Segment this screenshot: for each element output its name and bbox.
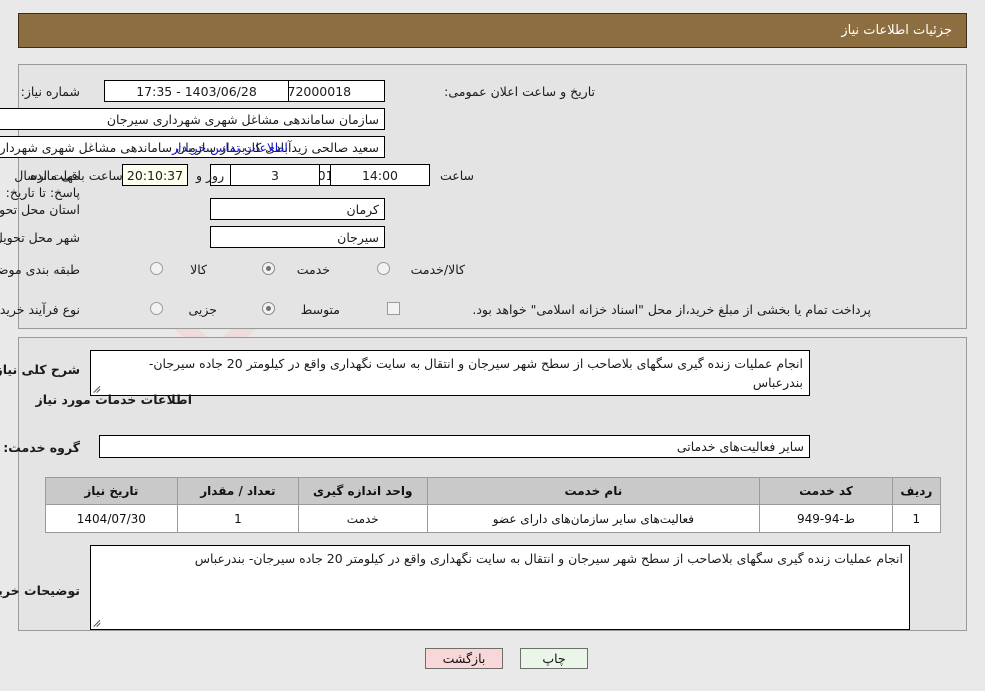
radio-category-khedmat-label: خدمت [296, 262, 330, 277]
page-title-bar: جزئیات اطلاعات نیاز [18, 13, 967, 48]
days-separator-label: روز و [196, 168, 225, 183]
cell-service-code: ط-94-949 [759, 504, 893, 533]
radio-process-jozee[interactable] [150, 302, 163, 315]
services-table: ردیف کد خدمت نام خدمت واحد اندازه گیری ت… [45, 477, 942, 533]
table-header-row: ردیف کد خدمت نام خدمت واحد اندازه گیری ت… [45, 477, 942, 505]
countdown-suffix-label: ساعت باقی مانده [30, 168, 123, 183]
radio-category-kala-khedmat-label: کالا/خدمت [410, 262, 465, 277]
th-service-name: نام خدمت [426, 477, 761, 505]
cell-quantity: 1 [176, 504, 300, 533]
hour-label: ساعت [440, 168, 475, 183]
buyer-notes-textarea[interactable]: انجام عملیات زنده گیری سگهای بلاصاحب از … [90, 545, 910, 630]
cell-need-date: 1404/07/30 [45, 504, 178, 533]
th-need-date: تاریخ نیاز [45, 477, 178, 505]
page-title: جزئیات اطلاعات نیاز [841, 23, 952, 38]
th-unit: واحد اندازه گیری [298, 477, 428, 505]
back-button[interactable]: بازگشت [425, 648, 503, 669]
countdown-value: 20:10:37 [122, 164, 188, 186]
buyer-contact-link[interactable]: اطلاعات تماس خریدار [172, 140, 288, 155]
process-type-label: نوع فرآیند خرید : [0, 302, 80, 317]
need-info-panel [18, 64, 967, 329]
days-remaining-value: 3 [230, 164, 320, 186]
public-announce-label: تاریخ و ساعت اعلان عمومی: [444, 84, 595, 99]
th-service-code: کد خدمت [759, 477, 893, 505]
city-value: سیرجان [210, 226, 385, 248]
services-section-title: اطلاعات خدمات مورد نیاز [35, 392, 193, 407]
radio-process-motavaset[interactable] [262, 302, 275, 315]
province-value: کرمان [210, 198, 385, 220]
radio-category-khedmat[interactable] [262, 262, 275, 275]
th-quantity: تعداد / مقدار [176, 477, 300, 505]
cell-service-name: فعالیت‌های سایر سازمان‌های دارای عضو [426, 504, 761, 533]
summary-label: شرح کلی نیاز: [0, 362, 80, 377]
summary-text: انجام عملیات زنده گیری سگهای بلاصاحب از … [148, 356, 803, 391]
category-label: طبقه بندی موضوعی: [0, 262, 80, 277]
page-root: AriaTender AriaTender.net جزئیات اطلاعات… [0, 0, 985, 691]
deadline-time-value: 14:00 [330, 164, 430, 186]
radio-category-kala-label: کالا [190, 262, 207, 277]
radio-process-motavaset-label: متوسط [300, 302, 340, 317]
radio-category-kala[interactable] [150, 262, 163, 275]
table-row[interactable]: 1 ط-94-949 فعالیت‌های سایر سازمان‌های دا… [45, 504, 942, 533]
city-label: شهر محل تحویل: [0, 230, 80, 245]
province-label: استان محل تحویل: [0, 202, 80, 217]
buyer-notes-text: انجام عملیات زنده گیری سگهای بلاصاحب از … [194, 551, 903, 566]
public-announce-value: 1403/06/28 - 17:35 [104, 80, 289, 102]
summary-textarea[interactable]: انجام عملیات زنده گیری سگهای بلاصاحب از … [90, 350, 810, 396]
radio-process-jozee-label: جزیی [188, 302, 217, 317]
th-row-no: ردیف [891, 477, 942, 505]
radio-category-kala-khedmat[interactable] [377, 262, 390, 275]
service-group-value: سایر فعالیت‌های خدماتی [99, 435, 810, 458]
buyer-notes-label: توضیحات خریدار: [0, 583, 80, 598]
cell-unit: خدمت [298, 504, 428, 533]
resize-grip-icon[interactable] [93, 618, 103, 628]
need-number-label: شماره نیاز: [20, 84, 80, 99]
treasury-bonds-checkbox[interactable] [387, 302, 400, 315]
cell-row-no: 1 [891, 504, 942, 533]
service-group-label: گروه خدمت: [3, 440, 80, 455]
buyer-org-value: سازمان ساماندهی مشاغل شهری شهرداری سیرجا… [0, 108, 385, 130]
print-button[interactable]: چاپ [520, 648, 588, 669]
treasury-bonds-label: پرداخت تمام یا بخشی از مبلغ خرید،از محل … [472, 302, 871, 317]
